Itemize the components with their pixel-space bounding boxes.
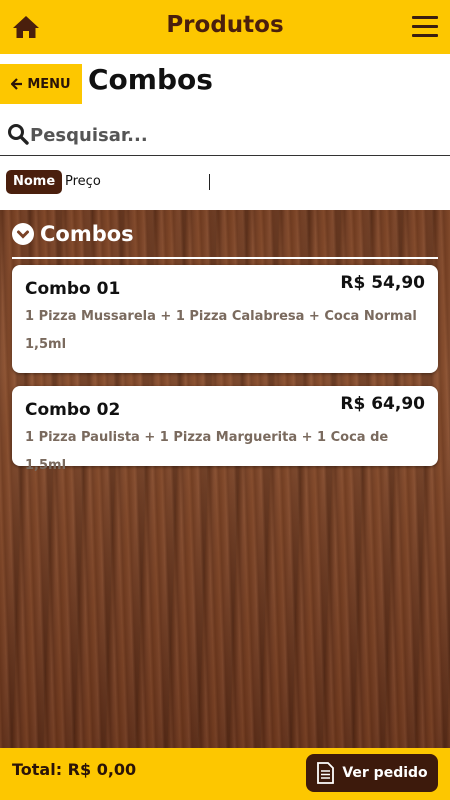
product-name: Combo 01 — [25, 279, 121, 299]
section-title: Combos — [88, 63, 213, 96]
home-button[interactable] — [12, 14, 40, 40]
chevron-down-icon — [12, 223, 34, 245]
search-bar — [0, 116, 450, 156]
order-total: Total: R$ 0,00 — [12, 760, 137, 779]
group-title: Combos — [40, 222, 134, 246]
sort-options: Nome Preço — [0, 156, 450, 210]
product-price: R$ 64,90 — [340, 394, 425, 414]
hamburger-menu-button[interactable] — [412, 16, 438, 38]
order-footer: Total: R$ 0,00 Ver pedido — [0, 748, 450, 800]
product-card[interactable]: Combo 02 R$ 64,90 1 Pizza Paulista + 1 P… — [12, 386, 438, 473]
document-icon — [317, 762, 335, 784]
group-divider — [12, 257, 438, 259]
hamburger-menu-icon — [412, 16, 438, 19]
back-to-menu-button[interactable]: MENU — [0, 64, 82, 104]
product-description: 1 Pizza Mussarela + 1 Pizza Calabresa + … — [25, 309, 417, 352]
product-description: 1 Pizza Paulista + 1 Pizza Marguerita + … — [25, 430, 389, 473]
sort-by-price-button[interactable]: Preço — [65, 174, 101, 189]
product-name: Combo 02 — [25, 400, 121, 420]
top-bar: Produtos — [0, 0, 450, 54]
menu-label: MENU — [27, 76, 71, 92]
search-icon[interactable] — [7, 123, 29, 145]
group-header-combos[interactable]: Combos — [12, 222, 134, 246]
page-title: Produtos — [166, 12, 284, 38]
text-cursor — [209, 174, 210, 190]
arrow-left-icon — [11, 78, 23, 90]
product-price: R$ 54,90 — [340, 273, 425, 293]
search-input[interactable] — [30, 121, 430, 149]
view-order-button[interactable]: Ver pedido — [306, 754, 438, 792]
view-order-label: Ver pedido — [342, 765, 428, 781]
sort-by-name-button[interactable]: Nome — [6, 170, 63, 194]
product-card[interactable]: Combo 01 R$ 54,90 1 Pizza Mussarela + 1 … — [12, 265, 438, 373]
home-icon — [13, 16, 39, 38]
